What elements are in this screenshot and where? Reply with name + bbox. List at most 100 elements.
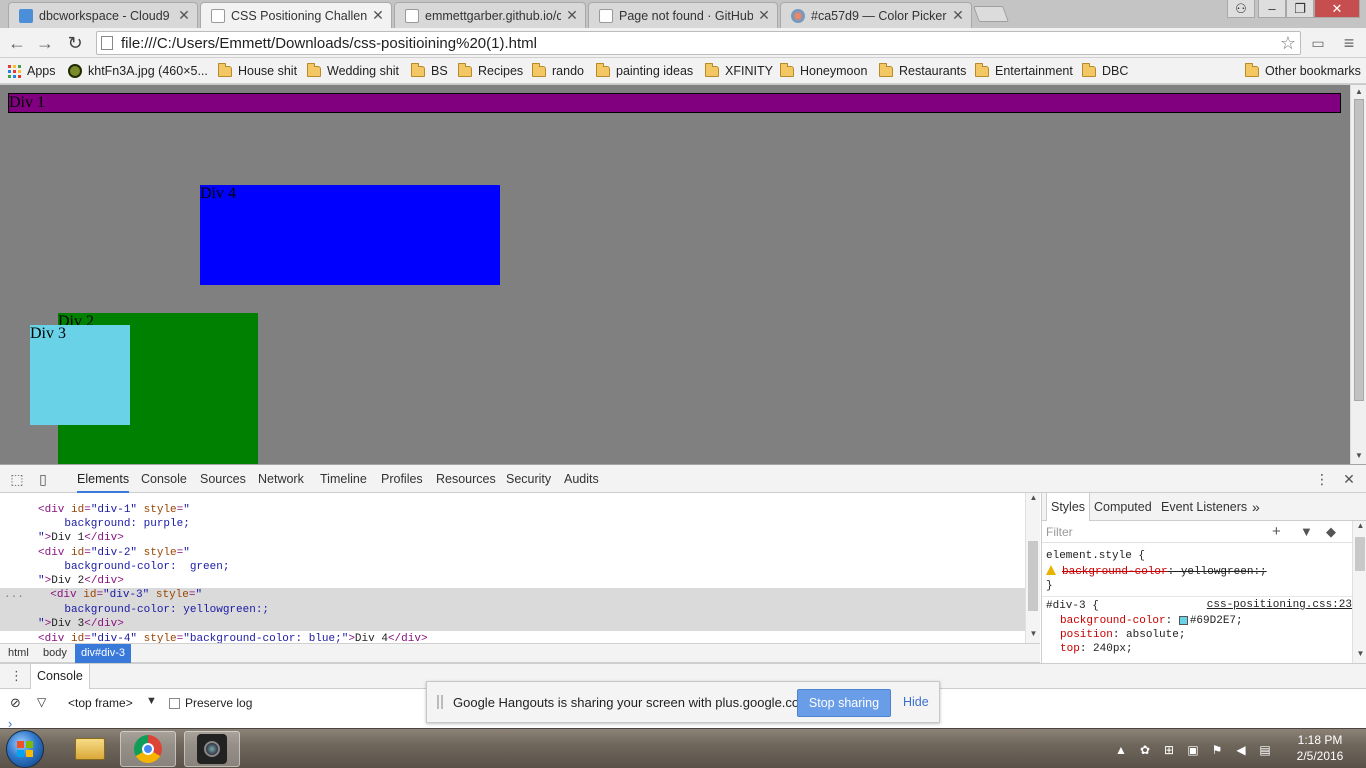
bookmark-star-icon[interactable]: ☆ bbox=[1276, 33, 1300, 54]
scroll-down-icon[interactable]: ▼ bbox=[1351, 451, 1366, 460]
usb-icon[interactable]: ▣ bbox=[1186, 743, 1200, 757]
declaration[interactable]: position: absolute; bbox=[1046, 628, 1351, 642]
tab-event-listeners[interactable]: Event Listeners bbox=[1161, 493, 1247, 521]
bookmark-folder-honeymoon[interactable]: Honeymoon bbox=[780, 62, 867, 80]
tab-color-picker[interactable]: #ca57d9 — Color Picker ✕ bbox=[780, 2, 972, 28]
preserve-log-checkbox[interactable] bbox=[169, 698, 180, 709]
bookmark-folder-entertainment[interactable]: Entertainment bbox=[975, 62, 1073, 80]
tray-app-icon[interactable]: ✿ bbox=[1138, 743, 1152, 757]
url-text[interactable]: file:///C:/Users/Emmett/Downloads/css-po… bbox=[121, 35, 1276, 52]
tab-page-not-found[interactable]: Page not found · GitHub P ✕ bbox=[588, 2, 778, 28]
windows-flag-icon[interactable]: ⊞ bbox=[1162, 743, 1176, 757]
styles-filter[interactable]: Filter + ▼ ◆ bbox=[1042, 521, 1352, 543]
hide-link[interactable]: Hide bbox=[903, 695, 929, 709]
more-tabs-icon[interactable]: » bbox=[1252, 493, 1260, 521]
bookmark-folder-other[interactable]: Other bookmarks bbox=[1245, 62, 1361, 80]
new-tab-button[interactable] bbox=[973, 6, 1009, 22]
taskbar-camera[interactable] bbox=[184, 731, 240, 767]
scroll-down-icon[interactable]: ▼ bbox=[1026, 629, 1041, 638]
close-window-icon[interactable]: ✕ bbox=[1314, 0, 1360, 18]
elements-tree[interactable]: <div id="div-1" style=" background: purp… bbox=[0, 493, 1040, 643]
start-button[interactable] bbox=[6, 730, 44, 768]
bookmark-apps[interactable]: Apps bbox=[8, 62, 56, 80]
tab-console[interactable]: Console bbox=[141, 465, 187, 493]
clear-console-icon[interactable]: ⊘ bbox=[10, 695, 21, 711]
bookmark-folder-dbc[interactable]: DBC bbox=[1082, 62, 1128, 80]
breadcrumb-body[interactable]: body bbox=[37, 644, 73, 663]
taskbar-explorer[interactable] bbox=[62, 731, 118, 767]
filter-placeholder[interactable]: Filter bbox=[1046, 525, 1073, 539]
system-clock[interactable]: 1:18 PM 2/5/2016 bbox=[1280, 732, 1360, 764]
tab-network[interactable]: Network bbox=[258, 465, 304, 493]
taskbar-chrome[interactable] bbox=[120, 731, 176, 767]
code-line[interactable]: <div id="div-2" style=" bbox=[0, 546, 1025, 560]
close-tab-icon[interactable]: ✕ bbox=[371, 7, 385, 24]
code-line[interactable]: <div id="div-4" style="background-color:… bbox=[0, 632, 1025, 643]
declaration[interactable]: background-color: #69D2E7; bbox=[1046, 614, 1351, 628]
close-tab-icon[interactable]: ✕ bbox=[951, 7, 965, 24]
tab-css-positioning[interactable]: CSS Positioning Challenge ✕ bbox=[200, 2, 392, 28]
back-arrow-icon[interactable]: ← bbox=[6, 32, 28, 54]
close-tab-icon[interactable]: ✕ bbox=[177, 7, 191, 24]
tab-profiles[interactable]: Profiles bbox=[381, 465, 423, 493]
bookmark-folder-rando[interactable]: rando bbox=[532, 62, 584, 80]
close-tab-icon[interactable]: ✕ bbox=[565, 7, 579, 24]
disabled-declaration[interactable]: background-color: yellowgreen:; bbox=[1046, 565, 1351, 579]
restore-icon[interactable]: ❐ bbox=[1286, 0, 1314, 18]
minimize-icon[interactable]: – bbox=[1258, 0, 1286, 18]
stop-sharing-button[interactable]: Stop sharing bbox=[797, 689, 891, 717]
declaration[interactable]: top: 240px; bbox=[1046, 642, 1351, 656]
filter-icon[interactable]: ▽ bbox=[37, 695, 46, 709]
scrollbar-thumb[interactable] bbox=[1028, 541, 1038, 611]
toggle-element-state-icon[interactable]: ◆ bbox=[1326, 524, 1336, 540]
bookmark-folder-restaurants[interactable]: Restaurants bbox=[879, 62, 966, 80]
tab-github-io[interactable]: emmettgarber.github.io/c ✕ bbox=[394, 2, 586, 28]
bookmark-folder-bs[interactable]: BS bbox=[411, 62, 448, 80]
drawer-menu-icon[interactable]: ⋮ bbox=[10, 668, 23, 684]
show-hidden-icons-icon[interactable]: ▲ bbox=[1114, 743, 1128, 757]
drag-handle-icon[interactable] bbox=[437, 695, 443, 709]
element-style-rule[interactable]: element.style { bbox=[1046, 549, 1351, 563]
forward-arrow-icon[interactable]: → bbox=[34, 32, 56, 54]
code-line[interactable]: ... <div id="div-3" style=" bbox=[0, 588, 1025, 602]
close-tab-icon[interactable]: ✕ bbox=[757, 7, 771, 24]
tab-timeline[interactable]: Timeline bbox=[320, 465, 367, 493]
tab-computed[interactable]: Computed bbox=[1094, 493, 1152, 521]
tab-resources[interactable]: Resources bbox=[436, 465, 496, 493]
bookmark-folder-house[interactable]: House shit bbox=[218, 62, 297, 80]
cast-icon[interactable]: ▭ bbox=[1306, 32, 1330, 54]
tab-sources[interactable]: Sources bbox=[200, 465, 246, 493]
bookmark-folder-recipes[interactable]: Recipes bbox=[458, 62, 523, 80]
new-style-rule-icon[interactable]: + bbox=[1272, 523, 1281, 540]
user-icon[interactable]: ⚇ bbox=[1227, 0, 1255, 18]
tab-audits[interactable]: Audits bbox=[564, 465, 599, 493]
page-scrollbar[interactable]: ▲ ▼ bbox=[1350, 85, 1366, 464]
more-options-icon[interactable]: ⋮ bbox=[1313, 470, 1331, 488]
inspect-element-icon[interactable]: ⬚ bbox=[8, 470, 26, 488]
menu-icon[interactable]: ≡ bbox=[1338, 32, 1360, 54]
network-icon[interactable]: ▤ bbox=[1258, 743, 1272, 757]
code-line[interactable]: <div id="div-1" style=" bbox=[0, 503, 1025, 517]
tab-cloud9[interactable]: dbcworkspace - Cloud9 ✕ bbox=[8, 2, 198, 28]
breadcrumb-div-3[interactable]: div#div-3 bbox=[75, 644, 132, 663]
code-line[interactable]: background-color: green; bbox=[0, 560, 1025, 574]
scroll-up-icon[interactable]: ▲ bbox=[1353, 521, 1366, 530]
scroll-up-icon[interactable]: ▲ bbox=[1026, 493, 1041, 502]
scrollbar-thumb[interactable] bbox=[1355, 537, 1365, 571]
frame-selector[interactable]: <top frame> bbox=[68, 696, 133, 710]
bookmark-folder-xfinity[interactable]: XFINITY bbox=[705, 62, 773, 80]
code-line[interactable]: ">Div 2</div> bbox=[0, 574, 1025, 588]
code-line[interactable]: ">Div 3</div> bbox=[0, 617, 1025, 631]
bookmark-folder-painting[interactable]: painting ideas bbox=[596, 62, 693, 80]
scroll-down-icon[interactable]: ▼ bbox=[1353, 649, 1366, 658]
styles-scrollbar[interactable]: ▲ ▼ bbox=[1352, 521, 1366, 663]
code-line[interactable]: background-color: yellowgreen:; bbox=[0, 603, 1025, 617]
scroll-up-icon[interactable]: ▲ bbox=[1351, 87, 1366, 96]
address-bar[interactable]: file:///C:/Users/Emmett/Downloads/css-po… bbox=[96, 31, 1301, 55]
reload-icon[interactable]: ↻ bbox=[64, 32, 86, 54]
code-line[interactable]: ">Div 1</div> bbox=[0, 531, 1025, 545]
stylesheet-link[interactable]: css-positioning.css:23 bbox=[1207, 599, 1352, 611]
bookmark-folder-wedding[interactable]: Wedding shit bbox=[307, 62, 399, 80]
pin-icon[interactable]: ▼ bbox=[1300, 524, 1313, 539]
bookmark-image[interactable]: khtFn3A.jpg (460×5... bbox=[68, 62, 208, 80]
